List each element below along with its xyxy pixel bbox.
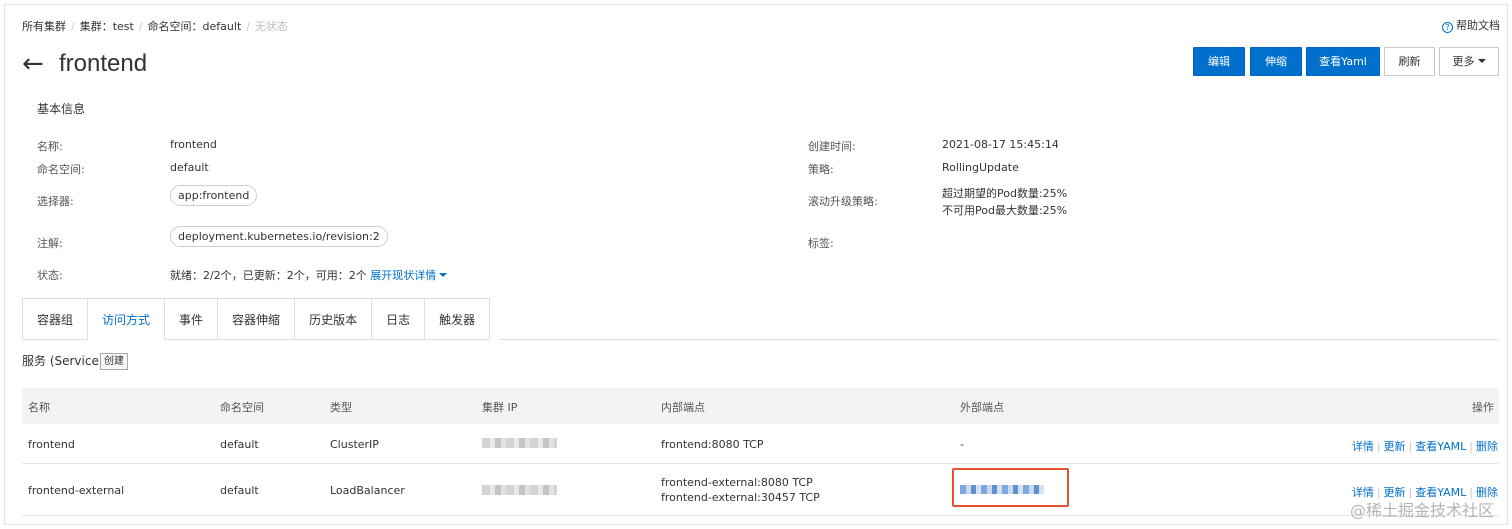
col-internal-endpoint: 内部端点 <box>661 401 705 414</box>
namespace-value: default <box>170 161 209 174</box>
breadcrumb: 所有集群 / 集群：test / 命名空间：default / 无状态 <box>22 18 288 34</box>
help-docs-link[interactable]: ? 帮助文档 <box>1442 17 1500 33</box>
selector-label: 选择器: <box>37 195 74 208</box>
tab-access-method[interactable]: 访问方式 <box>88 298 166 340</box>
edit-button[interactable]: 编辑 <box>1193 47 1245 76</box>
help-label: 帮助文档 <box>1456 19 1500 32</box>
status-text: 就绪：2/2个，已更新：2个，可用：2个 <box>170 269 367 282</box>
refresh-button[interactable]: 刷新 <box>1384 47 1435 76</box>
view-yaml-link[interactable]: 查看YAML <box>1415 440 1466 453</box>
redacted-cluster-ip <box>482 485 557 495</box>
status-label: 状态: <box>37 269 63 282</box>
view-yaml-button[interactable]: 查看Yaml <box>1306 47 1380 76</box>
breadcrumb-separator: / <box>138 20 143 33</box>
strategy-value: RollingUpdate <box>942 161 1019 174</box>
caret-down-icon <box>439 273 448 277</box>
col-namespace: 命名空间 <box>220 401 264 414</box>
action-separator: | <box>1376 440 1381 453</box>
update-link[interactable]: 更新 <box>1384 440 1406 453</box>
labels-label: 标签: <box>808 237 834 250</box>
col-cluster-ip: 集群 IP <box>482 401 518 414</box>
help-icon: ? <box>1442 22 1453 33</box>
internal-endpoint: frontend:8080 TCP <box>661 438 764 451</box>
more-button[interactable]: 更多 <box>1439 47 1499 76</box>
service-name-link[interactable]: frontend-external <box>28 484 124 497</box>
breadcrumb-separator: / <box>71 20 75 33</box>
action-separator: | <box>1469 440 1473 453</box>
service-namespace: default <box>220 484 259 497</box>
breadcrumb-separator: / <box>246 20 250 33</box>
tab-autoscaling[interactable]: 容器伸缩 <box>218 298 296 340</box>
chevron-down-icon <box>1477 59 1486 63</box>
expand-status-label: 展开现状详情 <box>370 269 437 282</box>
more-label: 更多 <box>1452 55 1475 68</box>
tab-pods[interactable]: 容器组 <box>22 298 89 340</box>
namespace-label: 命名空间: <box>37 163 85 176</box>
col-external-endpoint: 外部端点 <box>960 401 1004 414</box>
breadcrumb-status: 无状态 <box>255 20 288 33</box>
page-title: frontend <box>59 50 148 77</box>
tab-logs[interactable]: 日志 <box>372 298 426 340</box>
redacted-cluster-ip <box>482 438 557 448</box>
selector-tag: app:frontend <box>170 185 258 206</box>
strategy-label: 策略: <box>808 163 834 176</box>
status-value: 就绪：2/2个，已更新：2个，可用：2个 展开现状详情 <box>170 267 448 283</box>
tab-events[interactable]: 事件 <box>165 298 219 340</box>
back-arrow-icon[interactable]: ← <box>22 50 44 78</box>
col-type: 类型 <box>330 401 352 414</box>
create-service-button[interactable]: 创建 <box>100 353 128 370</box>
annotation-tag: deployment.kubernetes.io/revision:2 <box>170 226 388 247</box>
external-endpoint: - <box>960 438 964 451</box>
col-name: 名称 <box>28 401 50 414</box>
breadcrumb-all-clusters[interactable]: 所有集群 <box>22 20 66 33</box>
internal-endpoint: frontend-external:30457 TCP <box>661 491 820 504</box>
tab-triggers[interactable]: 触发器 <box>425 298 491 340</box>
annotation-label: 注解: <box>37 237 63 250</box>
created-value: 2021-08-17 15:45:14 <box>942 138 1059 151</box>
breadcrumb-namespace[interactable]: 命名空间：default <box>148 20 242 33</box>
tab-divider <box>500 339 1499 340</box>
row-actions: 详情 | 更新 | 查看YAML | 删除 <box>1352 438 1498 454</box>
expand-status-link[interactable]: 展开现状详情 <box>370 269 448 282</box>
name-value: frontend <box>170 138 217 151</box>
service-type: ClusterIP <box>330 438 379 451</box>
rolling-update-line1: 超过期望的Pod数量:25% <box>942 187 1068 200</box>
details-link[interactable]: 详情 <box>1352 440 1374 453</box>
breadcrumb-cluster[interactable]: 集群：test <box>80 20 134 33</box>
created-label: 创建时间: <box>808 140 856 153</box>
basic-info-title: 基本信息 <box>37 102 86 116</box>
service-title: 服务 (Service) <box>22 354 104 368</box>
watermark: @稀土掘金技术社区 <box>1349 501 1494 520</box>
scale-button[interactable]: 伸缩 <box>1250 47 1302 76</box>
rolling-update-line2: 不可用Pod最大数量:25% <box>942 204 1068 217</box>
delete-link[interactable]: 删除 <box>1476 440 1498 453</box>
internal-endpoint: frontend-external:8080 TCP <box>661 476 813 489</box>
service-namespace: default <box>220 438 259 451</box>
service-name-link[interactable]: frontend <box>28 438 75 451</box>
name-label: 名称: <box>37 140 63 153</box>
detail-tabs: 容器组 访问方式 事件 容器伸缩 历史版本 日志 触发器 <box>22 298 491 340</box>
external-endpoint-highlight-box <box>952 468 1069 507</box>
service-type: LoadBalancer <box>330 484 405 497</box>
rolling-update-label: 滚动升级策略: <box>808 195 878 208</box>
tab-history[interactable]: 历史版本 <box>295 298 373 340</box>
action-separator: | <box>1408 440 1413 453</box>
col-actions: 操作 <box>1472 401 1494 414</box>
